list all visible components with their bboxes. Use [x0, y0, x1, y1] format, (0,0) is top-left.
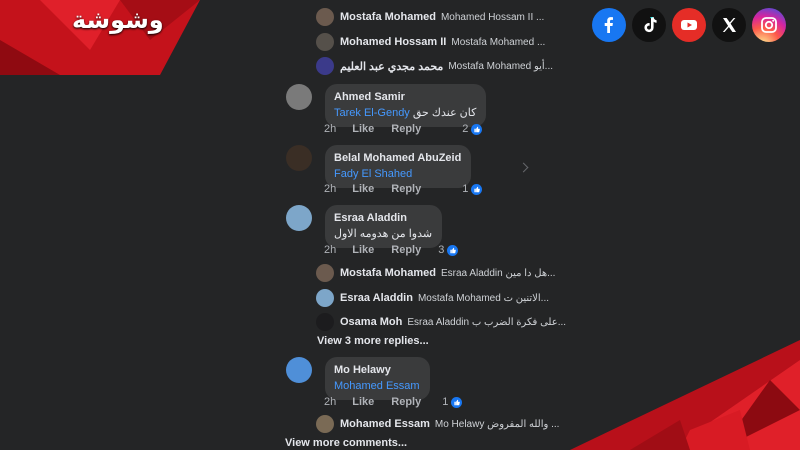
comment: Mo Helawy Mohamed Essam — [286, 357, 430, 400]
like-reaction-icon — [447, 244, 459, 256]
timestamp[interactable]: 2h — [324, 123, 336, 135]
avatar[interactable] — [286, 84, 312, 110]
comments-feed: Mostafa Mohamed Mohamed Hossam II ... Mo… — [0, 0, 800, 450]
like-button[interactable]: Like — [352, 396, 374, 408]
avatar[interactable] — [316, 313, 334, 331]
chevron-right-icon — [518, 162, 529, 173]
reply-snippet: Mo Helawy والله المفروض ... — [434, 418, 560, 430]
reaction-count[interactable]: 1 — [462, 183, 483, 195]
avatar[interactable] — [316, 415, 334, 433]
commenter-name[interactable]: Mo Helawy — [334, 363, 420, 377]
reaction-number: 2 — [462, 123, 469, 135]
list-item: Osama Moh Esraa Aladdin على فكرة الضرب ب… — [316, 311, 566, 333]
timestamp[interactable]: 2h — [324, 396, 336, 408]
mention-link[interactable]: Mohamed Essam — [334, 380, 420, 392]
like-button[interactable]: Like — [352, 123, 374, 135]
comment-bubble: Mo Helawy Mohamed Essam — [325, 357, 430, 400]
reply-snippet: Mohamed Hossam II ... — [440, 11, 545, 23]
commenter-name[interactable]: Esraa Aladdin — [334, 211, 432, 225]
reply-button[interactable]: Reply — [391, 123, 421, 135]
mention-link[interactable]: Tarek El-Gendy — [334, 107, 410, 119]
comment: Belal Mohamed AbuZeid Fady El Shahed — [286, 145, 472, 188]
comment-body: Fady El Shahed — [334, 167, 461, 182]
reply-snippet: Mostafa Mohamed أيو... — [448, 60, 554, 72]
view-more-replies-link[interactable]: View 3 more replies... — [317, 335, 429, 347]
reaction-count[interactable]: 2 — [462, 123, 483, 135]
comment-text: كان عندك حق — [412, 107, 477, 119]
like-button[interactable]: Like — [352, 244, 374, 256]
comment-actions: 2h Like Reply 1 — [324, 183, 499, 195]
commenter-name[interactable]: Esraa Aladdin — [340, 292, 413, 304]
commenter-name[interactable]: Belal Mohamed AbuZeid — [334, 151, 461, 165]
reply-button[interactable]: Reply — [391, 396, 421, 408]
reaction-count[interactable]: 1 — [442, 396, 463, 408]
reply-snippet: Mostafa Mohamed ... — [451, 36, 546, 48]
reply-snippet: Mostafa Mohamed الاتنين ت... — [417, 292, 550, 304]
commenter-name[interactable]: Mostafa Mohamed — [340, 11, 436, 23]
list-item: Mohamed Hossam II Mostafa Mohamed ... — [316, 31, 545, 53]
avatar[interactable] — [286, 357, 312, 383]
comment: Ahmed Samir Tarek El-Gendy كان عندك حق — [286, 84, 487, 127]
comment-bubble: Esraa Aladdin شدوا من هدومه الاول — [325, 205, 443, 248]
reaction-number: 3 — [438, 244, 445, 256]
reply-button[interactable]: Reply — [391, 183, 421, 195]
avatar[interactable] — [316, 57, 334, 75]
avatar[interactable] — [286, 145, 312, 171]
avatar[interactable] — [286, 205, 312, 231]
like-reaction-icon — [451, 396, 463, 408]
like-reaction-icon — [471, 123, 483, 135]
reply-button[interactable]: Reply — [391, 244, 421, 256]
list-item: Esraa Aladdin Mostafa Mohamed الاتنين ت.… — [316, 287, 549, 309]
comment-actions: 2h Like Reply 2 — [324, 123, 499, 135]
avatar[interactable] — [316, 8, 334, 26]
comment-body: شدوا من هدومه الاول — [334, 227, 432, 242]
reaction-count[interactable]: 3 — [438, 244, 459, 256]
commenter-name[interactable]: Ahmed Samir — [334, 90, 476, 104]
commenter-name[interactable]: محمد مجدي عبد العليم — [340, 60, 443, 73]
reply-snippet: Esraa Aladdin على فكرة الضرب ب... — [407, 316, 567, 328]
avatar[interactable] — [316, 289, 334, 307]
comment-bubble: Ahmed Samir Tarek El-Gendy كان عندك حق — [325, 84, 487, 127]
comment-actions: 2h Like Reply 3 — [324, 244, 475, 256]
mention-link[interactable]: Fady El Shahed — [334, 168, 412, 180]
timestamp[interactable]: 2h — [324, 244, 336, 256]
avatar[interactable] — [316, 33, 334, 51]
like-reaction-icon — [471, 183, 483, 195]
timestamp[interactable]: 2h — [324, 183, 336, 195]
commenter-name[interactable]: Mostafa Mohamed — [340, 267, 436, 279]
avatar[interactable] — [316, 264, 334, 282]
like-button[interactable]: Like — [352, 183, 374, 195]
commenter-name[interactable]: Mohamed Essam — [340, 418, 430, 430]
reaction-number: 1 — [462, 183, 469, 195]
reaction-number: 1 — [442, 396, 449, 408]
commenter-name[interactable]: Osama Moh — [340, 316, 402, 328]
list-item: محمد مجدي عبد العليم Mostafa Mohamed أيو… — [316, 55, 553, 77]
reply-snippet: Esraa Aladdin هل دا مين... — [440, 267, 556, 279]
list-item: Mohamed Essam Mo Helawy والله المفروض ..… — [316, 413, 559, 435]
comment-bubble: Belal Mohamed AbuZeid Fady El Shahed — [325, 145, 472, 188]
comment-body: Tarek El-Gendy كان عندك حق — [334, 106, 476, 121]
comment: Esraa Aladdin شدوا من هدومه الاول — [286, 205, 443, 248]
commenter-name[interactable]: Mohamed Hossam II — [340, 36, 446, 48]
comment-actions: 2h Like Reply 1 — [324, 396, 479, 408]
list-item: Mostafa Mohamed Esraa Aladdin هل دا مين.… — [316, 262, 555, 284]
comment-text: شدوا من هدومه الاول — [334, 228, 433, 240]
comment-body: Mohamed Essam — [334, 379, 420, 394]
view-more-comments-link[interactable]: View more comments... — [285, 437, 407, 449]
list-item: Mostafa Mohamed Mohamed Hossam II ... — [316, 6, 544, 28]
